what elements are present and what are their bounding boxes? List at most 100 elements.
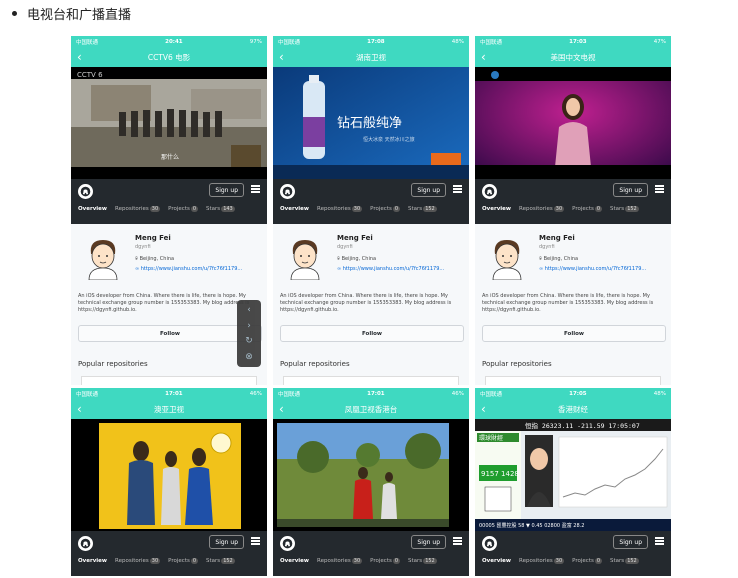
sign-up-button[interactable]: Sign up [209, 535, 244, 549]
tab-projects[interactable]: Projects 0 [370, 206, 401, 212]
location-text: Beijing, China [543, 256, 579, 262]
back-arrow-icon[interactable]: ‹ [279, 401, 284, 417]
tab-overview[interactable]: Overview [482, 558, 511, 564]
video-frame-hk-finance: 恒指 26323.11 -211.59 17:05:07 環球財經 9157 1… [475, 419, 671, 531]
battery-label: 97% [249, 38, 262, 45]
link-text[interactable]: https://www.jianshu.com/u/7fc76f1179... [545, 266, 646, 272]
tab-overview[interactable]: Overview [78, 558, 107, 564]
tab-projects[interactable]: Projects 0 [572, 206, 603, 212]
github-logo-icon[interactable] [78, 536, 93, 551]
tab-label: Projects [370, 558, 392, 564]
back-arrow-icon[interactable]: ‹ [481, 401, 486, 417]
profile-link[interactable]: ∞ https://www.jianshu.com/u/7fc76f1179..… [337, 266, 444, 272]
count-badge: 30 [351, 206, 363, 212]
hamburger-menu-icon[interactable] [453, 185, 462, 193]
video-player[interactable] [273, 419, 469, 531]
tab-stars[interactable]: Stars 152 [206, 558, 235, 564]
tab-stars[interactable]: Stars 152 [610, 206, 639, 212]
status-bar: 中国联通 17:05 48% [475, 388, 671, 399]
back-arrow-icon[interactable]: ‹ [77, 49, 82, 65]
profile-username: dgynfi [539, 244, 555, 250]
close-circle-icon[interactable]: ⊗ [245, 352, 253, 362]
count-badge: 30 [553, 558, 565, 564]
tab-repositories[interactable]: Repositories 30 [115, 558, 161, 564]
hamburger-menu-icon[interactable] [655, 185, 664, 193]
popular-repositories-heading: Popular repositories [482, 360, 552, 368]
profile-location: ⌾ Beijing, China [539, 256, 578, 262]
nav-title: 美国中文电视 [550, 52, 596, 62]
popular-repositories-heading: Popular repositories [280, 360, 350, 368]
tab-repositories[interactable]: Repositories 30 [519, 206, 565, 212]
tab-overview[interactable]: Overview [78, 206, 107, 212]
tab-stars[interactable]: Stars 152 [610, 558, 639, 564]
back-arrow-icon[interactable]: ‹ [279, 49, 284, 65]
tab-projects[interactable]: Projects 0 [168, 558, 199, 564]
nav-bar: ‹ 美国中文电视 [475, 47, 671, 67]
tab-stars[interactable]: Stars 152 [408, 206, 437, 212]
tab-repositories[interactable]: Repositories 30 [317, 206, 363, 212]
repo-card[interactable] [283, 376, 459, 385]
carrier-label: 中国联通 [278, 39, 301, 46]
video-player[interactable]: 钻石般纯净 恒大冰泉 天然冰川之旅 [273, 67, 469, 179]
tab-overview[interactable]: Overview [280, 558, 309, 564]
tab-projects[interactable]: Projects 0 [370, 558, 401, 564]
sign-up-button[interactable]: Sign up [613, 183, 648, 197]
sign-up-button[interactable]: Sign up [613, 535, 648, 549]
video-player[interactable]: CCTV 6 那什么 [71, 67, 267, 179]
repo-card[interactable] [81, 376, 257, 385]
profile-link[interactable]: ∞ https://www.jianshu.com/u/7fc76f1179..… [539, 266, 646, 272]
github-logo-icon[interactable] [482, 184, 497, 199]
tab-repositories[interactable]: Repositories 30 [317, 558, 363, 564]
back-arrow-icon[interactable]: ‹ [77, 401, 82, 417]
sign-up-button[interactable]: Sign up [411, 535, 446, 549]
github-header: Sign up Overview Repositories 30 Projects… [273, 179, 469, 224]
floating-player-controls[interactable]: ‹ › ↻ ⊗ [237, 300, 261, 367]
github-header: Sign up Overview Repositories 30 Projects… [71, 179, 267, 224]
link-text[interactable]: https://www.jianshu.com/u/7fc76f1179... [141, 266, 242, 272]
sign-up-button[interactable]: Sign up [209, 183, 244, 197]
video-player[interactable] [71, 419, 267, 531]
chevron-left-icon[interactable]: ‹ [247, 305, 251, 315]
hamburger-menu-icon[interactable] [251, 185, 260, 193]
tab-label: Projects [168, 206, 190, 212]
profile-link[interactable]: ∞ https://www.jianshu.com/u/7fc76f1179..… [135, 266, 242, 272]
profile-card: Meng Fei dgynfi ⌾ Beijing, China ∞ https… [273, 224, 469, 385]
tab-overview[interactable]: Overview [482, 206, 511, 212]
github-logo-icon[interactable] [280, 536, 295, 551]
tab-projects[interactable]: Projects 0 [572, 558, 603, 564]
github-logo-icon[interactable] [482, 536, 497, 551]
tab-stars[interactable]: Stars 152 [408, 558, 437, 564]
hamburger-menu-icon[interactable] [655, 537, 664, 545]
follow-button[interactable]: Follow [482, 325, 666, 342]
profile-tabs: Overview Repositories 30 Projects 0 Stars 1… [78, 206, 262, 212]
carrier-label: 中国联通 [480, 391, 503, 398]
tab-stars[interactable]: Stars 143 [206, 206, 235, 212]
battery-label: 46% [451, 390, 464, 397]
link-text[interactable]: https://www.jianshu.com/u/7fc76f1179... [343, 266, 444, 272]
status-bar: 中国联通 17:08 48% [273, 36, 469, 47]
video-player[interactable] [475, 67, 671, 179]
back-arrow-icon[interactable]: ‹ [481, 49, 486, 65]
phone-screenshot-phoenix-hk: 中国联通 17:01 46% ‹ 凤凰卫视香港台 Sign up Overview R… [273, 388, 469, 578]
chevron-right-icon[interactable]: › [247, 321, 251, 331]
carrier-label: 中国联通 [76, 391, 99, 398]
phone-screenshot-us-chinese: 中国联通 17:03 47% ‹ 美国中文电视 Sign up Overview Re… [475, 36, 671, 385]
tab-projects[interactable]: Projects 0 [168, 206, 199, 212]
rotate-icon[interactable]: ↻ [245, 336, 253, 346]
hamburger-menu-icon[interactable] [251, 537, 260, 545]
tab-overview[interactable]: Overview [280, 206, 309, 212]
status-bar: 中国联通 17:01 46% [71, 388, 267, 399]
profile-bio: An iOS developer from China. Where there… [280, 293, 452, 313]
sign-up-button[interactable]: Sign up [411, 183, 446, 197]
tab-repositories[interactable]: Repositories 30 [519, 558, 565, 564]
tab-label: Repositories [519, 206, 553, 212]
github-logo-icon[interactable] [78, 184, 93, 199]
github-logo-icon[interactable] [280, 184, 295, 199]
video-player[interactable]: 恒指 26323.11 -211.59 17:05:07 環球財經 9157 1… [475, 419, 671, 531]
follow-button[interactable]: Follow [280, 325, 464, 342]
follow-button[interactable]: Follow [78, 325, 262, 342]
tab-repositories[interactable]: Repositories 30 [115, 206, 161, 212]
popular-repositories-heading: Popular repositories [78, 360, 148, 368]
hamburger-menu-icon[interactable] [453, 537, 462, 545]
repo-card[interactable] [485, 376, 661, 385]
